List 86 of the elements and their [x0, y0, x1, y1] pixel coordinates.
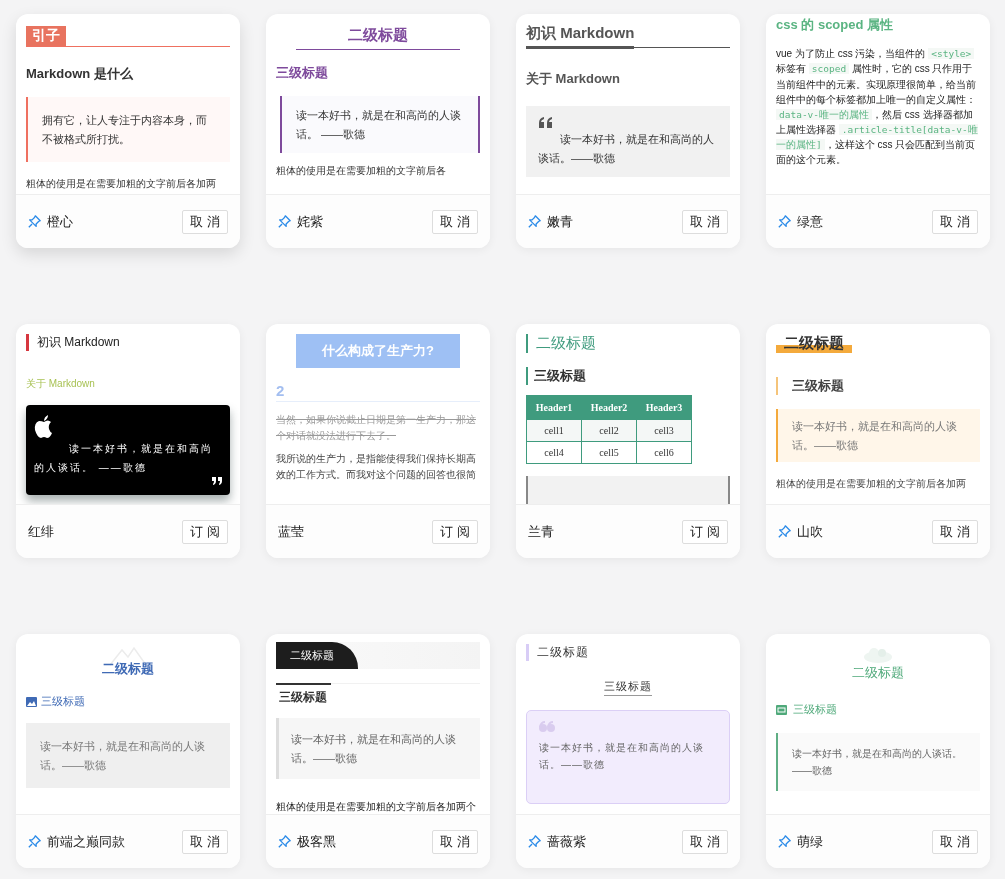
theme-name: 蓝莹 [278, 522, 305, 541]
section-heading: 二级标题 [276, 642, 358, 669]
subheading: 三级标题 [534, 367, 586, 385]
blockquote: 读一本好书，就是在和高尚的人谈话。——歌德 [26, 723, 230, 789]
table-cell: cell1 [526, 419, 582, 442]
section-heading: 二级标题 [536, 334, 597, 353]
subheading: 三级标题 [41, 694, 85, 709]
theme-name: 前端之巅同款 [47, 832, 126, 851]
table-header: Header2 [581, 395, 637, 420]
theme-name: 绿意 [797, 212, 824, 231]
table-cell: cell6 [636, 441, 692, 464]
section-heading: 初识 Markdown [526, 24, 635, 49]
table-header: Header1 [526, 395, 582, 420]
blockquote: 拥有它，让人专注于内容本身，而不被格式所打扰。 [26, 97, 230, 163]
theme-name: 姹紫 [297, 212, 324, 231]
section-heading: css 的 scoped 属性 [776, 16, 895, 34]
theme-card[interactable]: 初识 Markdown 关于 Markdown 读一本好书，就是在和高尚的人谈话。 ——歌德 红绯 订阅 [16, 324, 240, 558]
theme-name: 嫩青 [547, 212, 574, 231]
theme-name: 蔷薇紫 [547, 832, 587, 851]
subheading: 三级标题 [792, 377, 844, 395]
quote-icon [538, 116, 554, 128]
quote-icon [212, 477, 222, 485]
section-heading: 二级标题 [348, 26, 408, 45]
blockquote: 读一本好书，就是在和高尚的人谈话。——歌德 [276, 718, 480, 780]
cancel-button[interactable]: 取消 [182, 829, 228, 854]
subscribe-button[interactable]: 订阅 [182, 519, 228, 544]
theme-name: 兰青 [528, 522, 555, 541]
theme-name: 山吹 [797, 522, 824, 541]
theme-card[interactable]: 二级标题 三级标题 读一本好书，就是在和高尚的人谈话。——歌德 萌绿 取消 [766, 634, 990, 868]
theme-card[interactable]: 二级标题 三级标题 读一本好书，就是在和高尚的人谈话。——歌德 蔷薇紫 取消 [516, 634, 740, 868]
table-cell: cell4 [526, 441, 582, 464]
cancel-button[interactable]: 取消 [182, 209, 228, 234]
paragraph: 粗体的使用是在需要加粗的文字前后各加两 [26, 177, 217, 192]
paragraph: 粗体的使用是在需要加粗的文字前后各加两个 [276, 800, 477, 814]
paragraph: 粗体的使用是在需要加粗的文字前后各 [276, 164, 447, 179]
cancel-button[interactable]: 取消 [932, 519, 978, 544]
cancel-button[interactable]: 取消 [682, 209, 728, 234]
theme-name: 橙心 [47, 212, 74, 231]
theme-card[interactable]: 二级标题 三级标题 读一本好书，就是在和高尚的人谈话。——歌德 粗体的使用是在需要加粗的文字前后各加两个 极客黑 取消 [266, 634, 490, 868]
theme-card[interactable]: 引子 Markdown 是什么 拥有它，让人专注于内容本身，而不被格式所打扰。 粗体的使用是在需要加粗的文字前后各加两 橙心 取消 [16, 14, 240, 248]
subheading: 2 [276, 382, 285, 399]
theme-card[interactable]: 初识 Markdown 关于 Markdown 读一本好书，就是在和高尚的人谈话。——歌德 嫩青 取消 [516, 14, 740, 248]
section-heading: 初识 Markdown [37, 334, 121, 351]
cancel-button[interactable]: 取消 [682, 829, 728, 854]
theme-card[interactable]: 二级标题 三级标题 Header1 Header2 Header3 cell1 cell2 cell3 cell4 cell5 cell6 兰青 订阅 [516, 324, 740, 558]
paragraph: 粗体的使用是在需要加粗的文字前后各加两 [776, 477, 967, 492]
subheading: 三级标题 [276, 683, 331, 706]
theme-card[interactable]: 什么构成了生产力? 2 当然，如果你说截止日期是第一生产力，那这个对话就没法进行下去了。 我所说的生产力，是指能使得我们保持长期高效的工作方式。而我对这个问题的回答也很简 蓝莹 订阅 [266, 324, 490, 558]
section-heading: 引子 [26, 26, 66, 46]
subscribe-button[interactable]: 订阅 [682, 519, 728, 544]
quote-text: 读一本好书，就是在和高尚的人谈话。——歌德 [538, 132, 715, 166]
cancel-button[interactable]: 取消 [932, 829, 978, 854]
subheading: 三级标题 [276, 64, 328, 82]
blockquote: 读一本好书，就是在和高尚的人谈话。 ——歌德 [280, 96, 480, 154]
blockquote: 读一本好书，就是在和高尚的人谈话。——歌德 [776, 733, 980, 791]
theme-name: 极客黑 [297, 832, 337, 851]
subheading: 关于 Markdown [26, 377, 95, 391]
theme-card[interactable] [766, 14, 990, 248]
quote-icon [539, 721, 555, 733]
image-icon [776, 704, 787, 715]
paragraph: 当然，如果你说截止日期是第一生产力，那这个对话就没法进行下去了。 [276, 413, 477, 444]
theme-name: 红绯 [28, 522, 55, 541]
theme-name: 萌绿 [797, 832, 824, 851]
cancel-button[interactable]: 取消 [432, 209, 478, 234]
section-heading: 二级标题 [102, 660, 154, 678]
subheading: 关于 Markdown [526, 70, 620, 88]
section-heading: 二级标题 [537, 644, 590, 661]
theme-card[interactable]: 二级标题 三级标题 读一本好书，就是在和高尚的人谈话。 ——歌德 粗体的使用是在需要加粗的文字前后各 姹紫 取消 [266, 14, 490, 248]
cancel-button[interactable]: 取消 [932, 209, 978, 234]
subscribe-button[interactable]: 订阅 [432, 519, 478, 544]
quote-text: 读一本好书，就是在和高尚的人谈话。——歌德 [539, 741, 705, 772]
subheading: 三级标题 [793, 702, 837, 717]
apple-icon [34, 415, 54, 439]
image-icon [26, 696, 37, 707]
subheading: 三级标题 [604, 679, 652, 696]
table-header: Header3 [636, 395, 692, 420]
section-heading: 二级标题 [852, 664, 904, 682]
cancel-button[interactable]: 取消 [432, 829, 478, 854]
table-cell: cell5 [581, 441, 637, 464]
quote-text: 读一本好书，就是在和高尚的人谈话。 ——歌德 [34, 442, 214, 475]
theme-card[interactable]: 二级标题 三级标题 读一本好书，就是在和高尚的人谈话。——歌德 前端之巅同款 取消 [16, 634, 240, 868]
section-heading: 什么构成了生产力? [296, 334, 460, 368]
paragraph: 我所说的生产力，是指能使得我们保持长期高效的工作方式。而我对这个问题的回答也很简 [276, 451, 477, 483]
paragraph: vue 为了防止 css 污染，当组件的 <style> 标签有 scoped 属性时，它的 css 只作用于当前组件中的元素。实现原理很简单，给当前组件中的每个标签都加上唯一的自定义属性： data-v-唯一的属性 ，然后 css 选择器都加上属性选择器 .article-title[data-v-唯一的属性] ，这样这个 css 只会匹配到当前页面的这个元素。 [776, 47, 979, 168]
subheading: Markdown 是什么 [26, 65, 133, 83]
blockquote: 读一本好书，就是在和高尚的人谈话。——歌德 [776, 409, 980, 463]
